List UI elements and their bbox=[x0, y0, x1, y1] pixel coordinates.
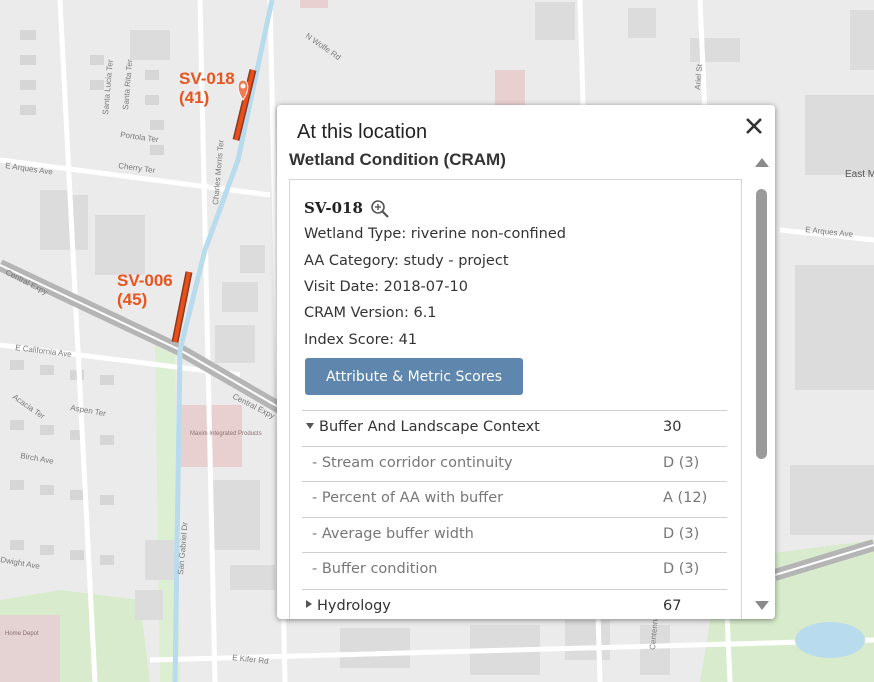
row-label: Hydrology bbox=[317, 598, 391, 614]
scrollbar-thumb[interactable] bbox=[756, 189, 767, 459]
score-row-stream-corridor: - Stream corridor continuity D (3) bbox=[302, 446, 727, 482]
popup-content[interactable]: SV-018 Wetland Type: riverine non-confin… bbox=[289, 179, 742, 619]
marker-label-sv-006[interactable]: SV-006 (45) bbox=[117, 271, 173, 309]
row-label: - Average buffer width bbox=[312, 526, 474, 542]
score-row-percent-buffer: - Percent of AA with buffer A (12) bbox=[302, 481, 727, 517]
attr-wetland-type: Wetland Type: riverine non-confined bbox=[304, 226, 566, 242]
marker-label-sv-018[interactable]: SV-018 (41) bbox=[179, 69, 235, 107]
attr-cram-version: CRAM Version: 6.1 bbox=[304, 305, 437, 321]
attr-aa-category: AA Category: study - project bbox=[304, 253, 509, 269]
attr-index-score: Index Score: 41 bbox=[304, 332, 418, 348]
layer-name: Wetland Condition (CRAM) bbox=[289, 150, 506, 169]
attr-visit-date: Visit Date: 2018-07-10 bbox=[304, 279, 468, 295]
row-value: 30 bbox=[663, 419, 682, 435]
caret-right-icon bbox=[306, 600, 312, 608]
close-icon[interactable] bbox=[743, 115, 765, 137]
scroll-up-icon[interactable] bbox=[755, 158, 769, 167]
marker-id: SV-006 bbox=[117, 271, 173, 290]
row-value: D (3) bbox=[663, 561, 700, 577]
score-row-buffer-condition: - Buffer condition D (3) bbox=[302, 552, 727, 588]
row-value: D (3) bbox=[663, 526, 700, 542]
scroll-down-icon[interactable] bbox=[755, 601, 769, 610]
zoom-in-icon[interactable] bbox=[370, 199, 390, 219]
row-value: D (3) bbox=[663, 455, 700, 471]
caret-down-icon bbox=[306, 423, 314, 429]
feature-title: SV-018 bbox=[304, 199, 363, 217]
poi-label: Home Depot bbox=[5, 631, 39, 637]
poi-label: Maxim Integrated Products bbox=[190, 431, 262, 437]
popup-title: At this location bbox=[297, 121, 428, 143]
row-label: - Stream corridor continuity bbox=[312, 455, 513, 471]
row-label: Buffer And Landscape Context bbox=[319, 419, 540, 435]
street-label: East M bbox=[845, 169, 874, 180]
row-label: - Percent of AA with buffer bbox=[312, 490, 504, 506]
score-row-hydrology[interactable]: Hydrology 67 bbox=[302, 589, 727, 619]
row-value: 67 bbox=[663, 598, 682, 614]
feature-panel: SV-018 Wetland Type: riverine non-confin… bbox=[289, 179, 742, 619]
row-value: A (12) bbox=[663, 490, 708, 506]
popup-window: At this location Wetland Condition (CRAM… bbox=[277, 105, 775, 619]
score-row-buffer[interactable]: Buffer And Landscape Context 30 bbox=[302, 410, 727, 446]
marker-score: (45) bbox=[117, 290, 148, 309]
attribute-metric-scores-button[interactable]: Attribute & Metric Scores bbox=[305, 358, 523, 395]
score-row-buffer-width: - Average buffer width D (3) bbox=[302, 517, 727, 553]
marker-score: (41) bbox=[179, 88, 210, 107]
marker-id: SV-018 bbox=[179, 69, 235, 88]
row-label: - Buffer condition bbox=[312, 561, 438, 577]
